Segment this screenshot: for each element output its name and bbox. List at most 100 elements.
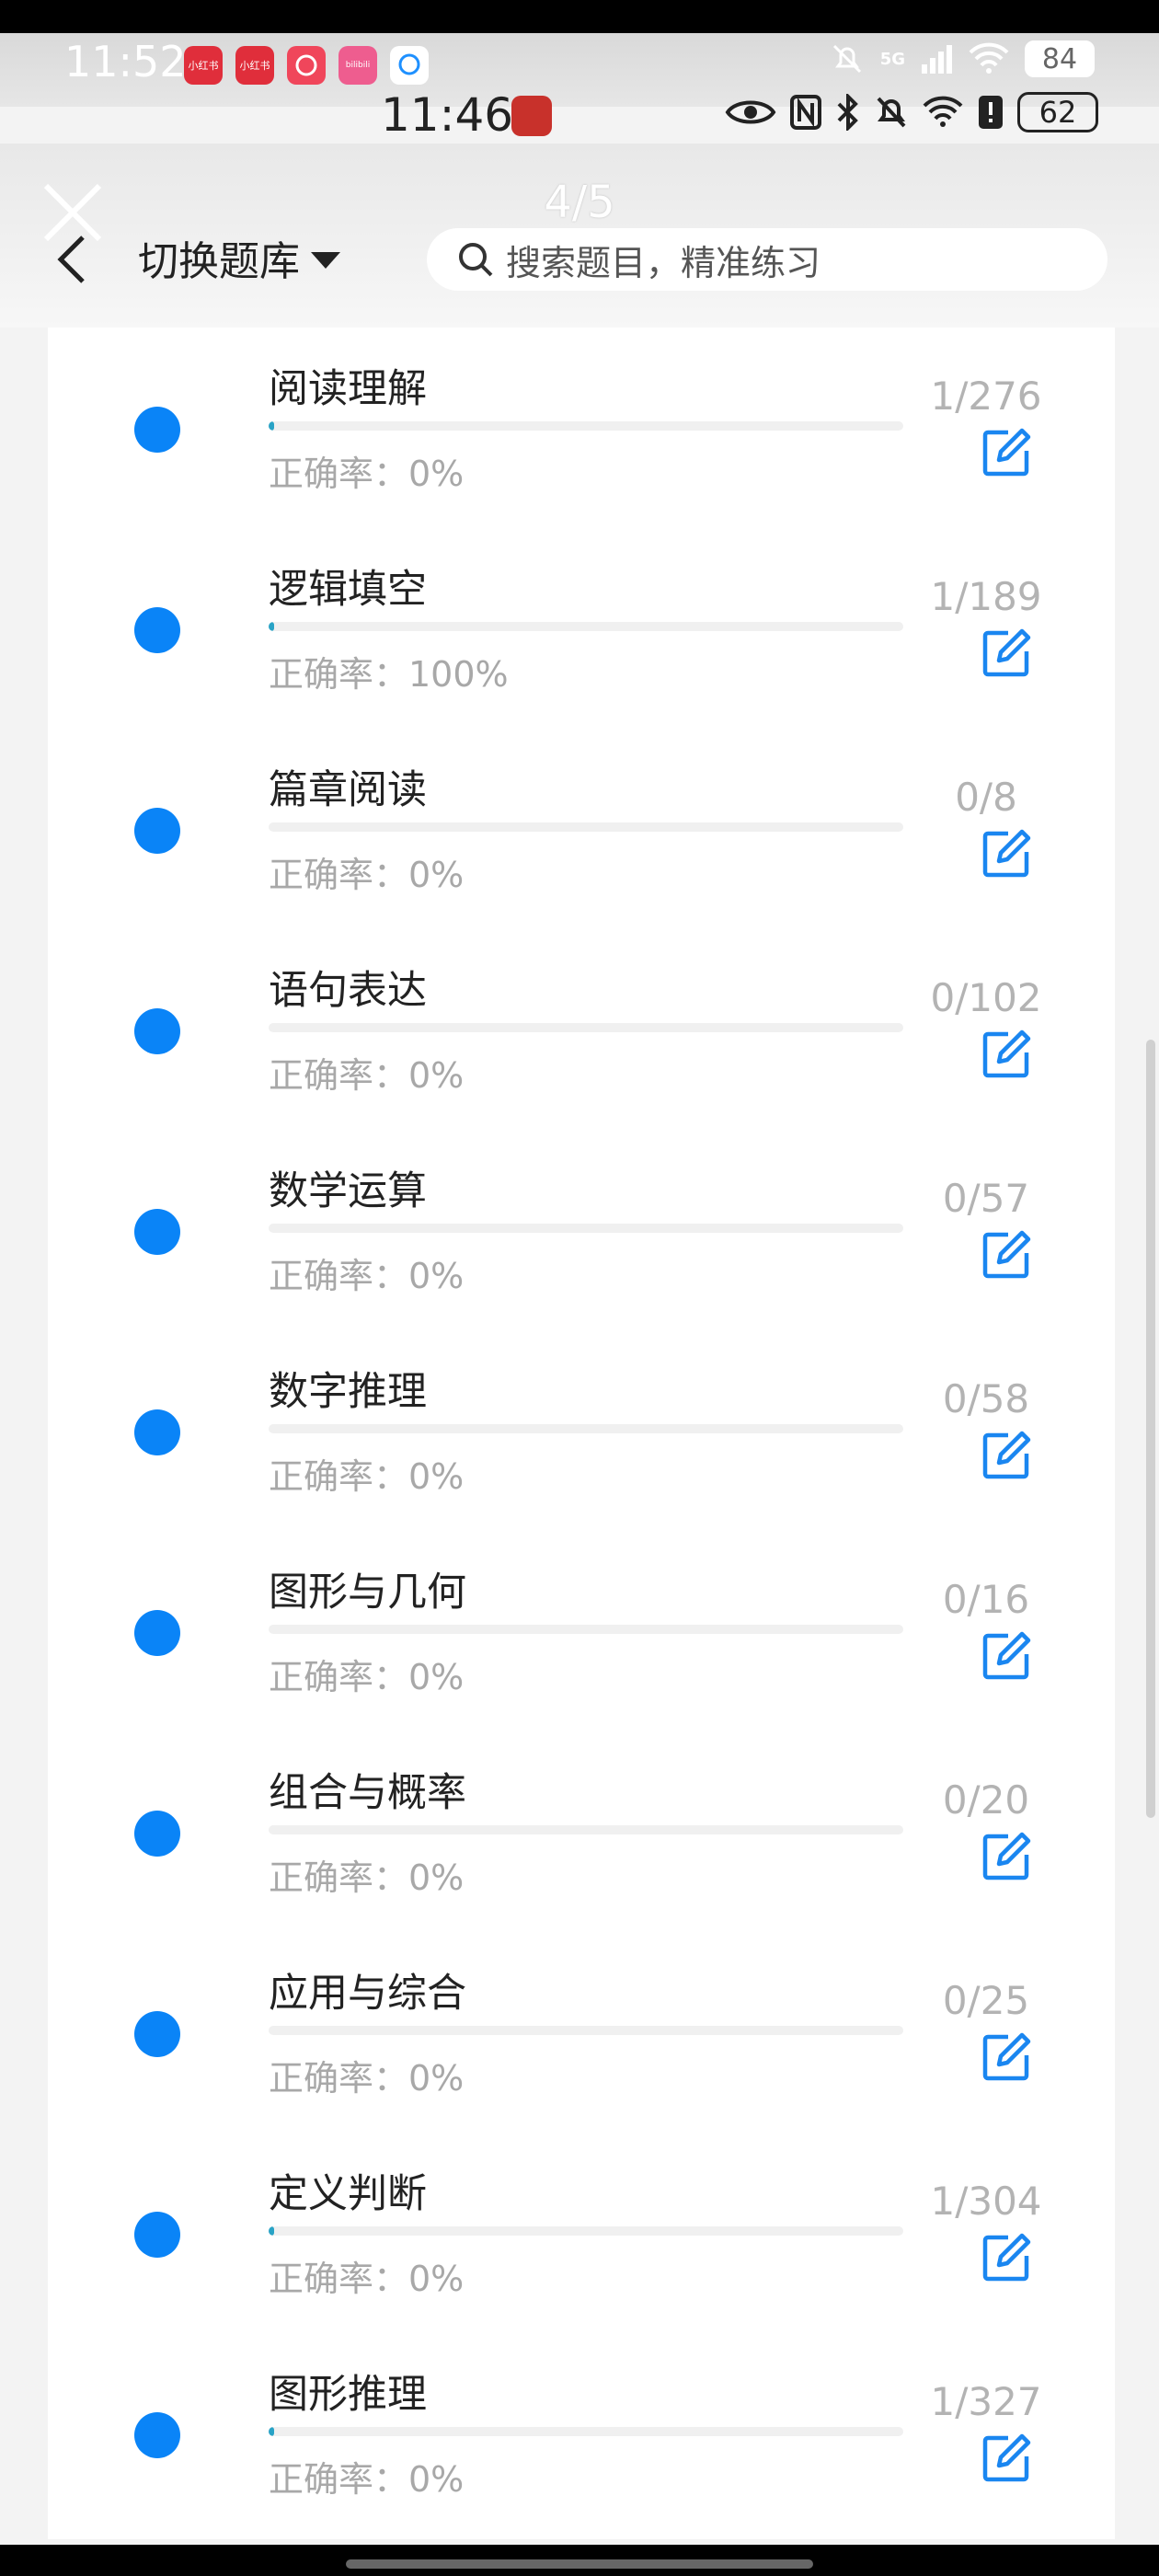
status-dot bbox=[134, 808, 180, 854]
list-item[interactable]: 图形推理 正确率：0% 1/327 bbox=[48, 2333, 1115, 2534]
edit-icon[interactable] bbox=[981, 2031, 1032, 2083]
inner-status-time: 11:46 bbox=[381, 88, 514, 142]
accuracy-rate: 正确率：0% bbox=[269, 1055, 465, 1096]
app-icon bbox=[511, 96, 552, 136]
home-indicator[interactable] bbox=[346, 2559, 813, 2569]
accuracy-rate: 正确率：0% bbox=[269, 454, 465, 494]
edit-icon[interactable] bbox=[981, 1831, 1032, 1882]
list-item[interactable]: 数学运算 正确率：0% 0/57 bbox=[48, 1130, 1115, 1330]
category-title: 组合与概率 bbox=[269, 1770, 466, 1816]
page-counter: 4/5 bbox=[544, 177, 615, 228]
progress-bar bbox=[269, 1424, 903, 1433]
edit-icon[interactable] bbox=[981, 2432, 1032, 2484]
bluetooth-icon bbox=[837, 94, 858, 131]
category-list: 阅读理解 正确率：0% 1/276 逻辑填空 正确率：100% 1/189 篇章… bbox=[48, 328, 1115, 2539]
header: 4/5 切换题库 搜索题目，精准练习 bbox=[0, 144, 1159, 328]
nfc-icon bbox=[790, 95, 821, 130]
edit-icon[interactable] bbox=[981, 1029, 1032, 1080]
category-title: 语句表达 bbox=[269, 968, 427, 1014]
search-placeholder: 搜索题目，精准练习 bbox=[506, 242, 821, 283]
list-item[interactable]: 篇章阅读 正确率：0% 0/8 bbox=[48, 729, 1115, 929]
list-item[interactable]: 逻辑填空 正确率：100% 1/189 bbox=[48, 528, 1115, 729]
search-input[interactable]: 搜索题目，精准练习 bbox=[427, 228, 1107, 291]
question-count: 0/25 bbox=[942, 1978, 1030, 2023]
scrollbar[interactable] bbox=[1146, 1040, 1155, 1818]
inner-status-bar: 11:46 62 bbox=[0, 88, 1159, 144]
category-title: 篇章阅读 bbox=[269, 767, 427, 813]
question-count: 1/276 bbox=[930, 374, 1042, 419]
status-dot bbox=[134, 2011, 180, 2057]
category-title: 数学运算 bbox=[269, 1168, 427, 1214]
wifi-icon bbox=[969, 42, 1009, 74]
status-time: 11:52 bbox=[64, 37, 187, 86]
edit-icon[interactable] bbox=[981, 1229, 1032, 1281]
eye-icon bbox=[725, 100, 776, 124]
status-right: 5G 84 bbox=[829, 40, 1095, 77]
question-count: 0/16 bbox=[942, 1577, 1030, 1622]
status-dot bbox=[134, 607, 180, 653]
list-item[interactable]: 图形与几何 正确率：0% 0/16 bbox=[48, 1531, 1115, 1731]
question-count: 0/102 bbox=[930, 975, 1042, 1020]
notification-app-icons: 小红书 小红书 bilibili bbox=[184, 46, 429, 85]
accuracy-rate: 正确率：0% bbox=[269, 1657, 465, 1697]
caret-down-icon bbox=[311, 252, 340, 269]
switch-bank-label: 切换题库 bbox=[138, 238, 300, 285]
list-item[interactable]: 数字推理 正确率：0% 0/58 bbox=[48, 1330, 1115, 1531]
top-black-strip bbox=[0, 0, 1159, 33]
edit-icon[interactable] bbox=[981, 828, 1032, 880]
progress-fill bbox=[269, 2226, 275, 2236]
edit-icon[interactable] bbox=[981, 1430, 1032, 1481]
network-label: 5G bbox=[879, 49, 905, 69]
switch-question-bank-button[interactable]: 切换题库 bbox=[138, 228, 340, 287]
progress-bar bbox=[269, 2026, 903, 2035]
status-dot bbox=[134, 1409, 180, 1455]
question-count: 1/189 bbox=[930, 574, 1042, 619]
xiaohongshu-icon: 小红书 bbox=[235, 46, 274, 85]
mute-bell-icon bbox=[832, 44, 861, 74]
list-item[interactable]: 阅读理解 正确率：0% 1/276 bbox=[48, 328, 1115, 528]
signal-icon bbox=[922, 45, 952, 74]
progress-bar bbox=[269, 822, 903, 832]
xiaohongshu-icon: 小红书 bbox=[184, 46, 223, 85]
inner-status-right: 62 bbox=[725, 92, 1098, 132]
accuracy-rate: 正确率：0% bbox=[269, 2259, 465, 2299]
category-title: 应用与综合 bbox=[269, 1971, 466, 2017]
battery-indicator: 84 bbox=[1025, 40, 1095, 77]
question-count: 0/20 bbox=[942, 1777, 1030, 1823]
progress-fill bbox=[269, 2427, 275, 2436]
edit-icon[interactable] bbox=[981, 427, 1032, 478]
status-dot bbox=[134, 1610, 180, 1656]
list-item[interactable]: 定义判断 正确率：0% 1/304 bbox=[48, 2133, 1115, 2333]
progress-bar bbox=[269, 1224, 903, 1233]
status-dot bbox=[134, 2212, 180, 2258]
bilibili-icon: bilibili bbox=[339, 46, 377, 85]
progress-fill bbox=[269, 421, 275, 431]
status-dot bbox=[134, 407, 180, 453]
accuracy-rate: 正确率：0% bbox=[269, 1256, 465, 1296]
list-item[interactable]: 组合与概率 正确率：0% 0/20 bbox=[48, 1731, 1115, 1932]
edit-icon[interactable] bbox=[981, 627, 1032, 679]
chat-app-icon bbox=[390, 46, 429, 85]
mute-bell-icon bbox=[877, 97, 906, 128]
list-item[interactable]: 应用与综合 正确率：0% 0/25 bbox=[48, 1932, 1115, 2133]
status-dot bbox=[134, 1008, 180, 1054]
category-title: 图形与几何 bbox=[269, 1570, 466, 1616]
alert-icon bbox=[979, 96, 1003, 129]
edit-icon[interactable] bbox=[981, 2232, 1032, 2283]
accuracy-rate: 正确率：0% bbox=[269, 2459, 465, 2500]
status-dot bbox=[134, 2412, 180, 2458]
question-count: 0/58 bbox=[942, 1376, 1030, 1421]
category-title: 定义判断 bbox=[269, 2171, 427, 2217]
app-icon bbox=[287, 46, 326, 85]
edit-icon[interactable] bbox=[981, 1630, 1032, 1682]
wifi-icon bbox=[923, 96, 963, 127]
progress-bar bbox=[269, 622, 903, 631]
back-chevron-icon[interactable] bbox=[52, 230, 92, 289]
status-dot bbox=[134, 1811, 180, 1857]
progress-bar bbox=[269, 2226, 903, 2236]
search-icon bbox=[459, 243, 493, 277]
list-item[interactable]: 语句表达 正确率：0% 0/102 bbox=[48, 929, 1115, 1130]
progress-bar bbox=[269, 1825, 903, 1834]
question-count: 1/327 bbox=[930, 2379, 1042, 2424]
question-count: 0/57 bbox=[942, 1176, 1030, 1221]
